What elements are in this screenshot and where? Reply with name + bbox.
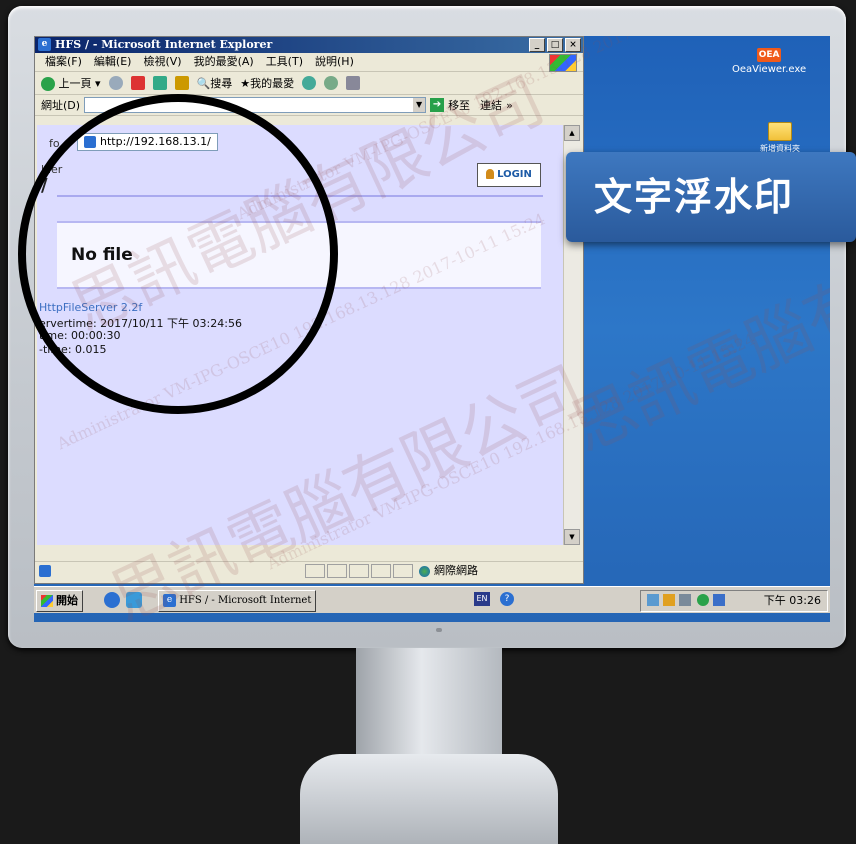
callout-label: 文字浮水印 <box>566 152 856 242</box>
menu-help[interactable]: 說明(H) <box>315 53 354 71</box>
home-icon[interactable] <box>174 76 189 90</box>
help-icon[interactable]: ? <box>500 592 514 606</box>
scroll-down-icon[interactable]: ▼ <box>564 529 580 545</box>
network-icon[interactable] <box>647 594 659 606</box>
back-arrow-icon <box>41 77 55 91</box>
history-icon[interactable] <box>302 76 317 90</box>
clock: 下午 03:26 <box>763 594 821 607</box>
security-zone: 網際網路 <box>419 562 478 580</box>
login-label: LOGIN <box>497 169 532 180</box>
globe-icon <box>419 565 430 577</box>
favorites-label: 我的最愛 <box>250 77 295 90</box>
close-button[interactable]: × <box>565 38 581 52</box>
monitor-stand <box>300 754 558 844</box>
window-title: HFS / - Microsoft Internet Explorer <box>55 38 273 51</box>
windows-logo-icon <box>41 595 53 607</box>
menu-edit[interactable]: 編輯(E) <box>94 53 132 71</box>
folder-icon <box>768 122 792 141</box>
system-tray: 下午 03:26 <box>640 590 828 612</box>
forward-arrow-icon[interactable] <box>108 76 123 90</box>
search-label: 搜尋 <box>210 77 233 90</box>
menu-view[interactable]: 檢視(V) <box>143 53 181 71</box>
scroll-up-icon[interactable]: ▲ <box>564 125 580 141</box>
desktop-icon-new-folder[interactable]: 新增資料夾 <box>760 122 800 154</box>
search-button[interactable]: 🔍搜尋 <box>197 75 233 91</box>
desktop-quicklaunch-icon[interactable] <box>126 592 142 608</box>
start-button[interactable]: 開始 <box>36 590 83 612</box>
monitor-neck <box>356 648 502 764</box>
update-icon[interactable] <box>697 594 709 606</box>
ie-titlebar[interactable]: e HFS / - Microsoft Internet Explorer _ … <box>35 37 583 53</box>
login-button[interactable]: LOGIN <box>477 163 541 187</box>
menu-favorites[interactable]: 我的最愛(A) <box>194 53 254 71</box>
windows-logo-icon <box>549 54 577 72</box>
users-icon[interactable] <box>713 594 725 606</box>
refresh-icon[interactable] <box>152 76 167 90</box>
menu-tools[interactable]: 工具(T) <box>266 53 303 71</box>
chevron-down-icon[interactable]: ▼ <box>413 98 426 112</box>
taskbar-ie-button[interactable]: e HFS / - Microsoft Internet ... <box>158 590 316 612</box>
back-button[interactable]: 上一頁 ▾ <box>41 75 101 91</box>
ie-icon: e <box>38 38 51 51</box>
address-label: 網址(D) <box>41 99 81 112</box>
menu-file[interactable]: 檔案(F) <box>45 53 82 71</box>
menu-bar: 檔案(F) 編輯(E) 檢視(V) 我的最愛(A) 工具(T) 說明(H) <box>35 53 583 72</box>
maximize-button[interactable]: □ <box>547 38 563 52</box>
task-label: HFS / - Microsoft Internet ... <box>179 595 316 606</box>
stop-icon[interactable] <box>130 76 145 90</box>
desktop-icon-oeaviewer[interactable]: OEA OeaViewer.exe <box>732 48 806 75</box>
status-bar: 網際網路 <box>35 561 583 580</box>
back-label: 上一頁 <box>58 77 92 90</box>
security-icon[interactable] <box>663 594 675 606</box>
language-indicator[interactable]: EN <box>474 592 490 606</box>
ie-toolbar: 上一頁 ▾ 🔍搜尋 ★我的最愛 <box>35 72 583 95</box>
power-led <box>436 628 442 632</box>
mail-icon[interactable] <box>324 76 339 90</box>
go-arrow-icon[interactable]: ➔ <box>430 98 445 112</box>
oea-logo-icon: OEA <box>757 48 782 62</box>
user-icon <box>486 169 495 179</box>
minimize-button[interactable]: _ <box>529 38 545 52</box>
page-status-icon <box>39 565 51 577</box>
status-cells <box>305 564 413 578</box>
desktop-icon-label: OeaViewer.exe <box>732 64 807 75</box>
favorites-button[interactable]: ★我的最愛 <box>240 75 294 91</box>
vm-icon[interactable] <box>679 594 691 606</box>
highlight-circle <box>18 94 338 414</box>
go-button[interactable]: 移至 <box>448 97 470 113</box>
start-label: 開始 <box>56 594 78 607</box>
print-icon[interactable] <box>346 76 361 90</box>
links-button[interactable]: 連結 <box>480 97 502 113</box>
taskbar: 開始 e HFS / - Microsoft Internet ... EN ?… <box>34 586 830 613</box>
zone-label: 網際網路 <box>434 564 478 577</box>
links-chevron-icon[interactable]: » <box>506 99 513 112</box>
ie-icon: e <box>163 594 176 607</box>
ie-quicklaunch-icon[interactable] <box>104 592 120 608</box>
